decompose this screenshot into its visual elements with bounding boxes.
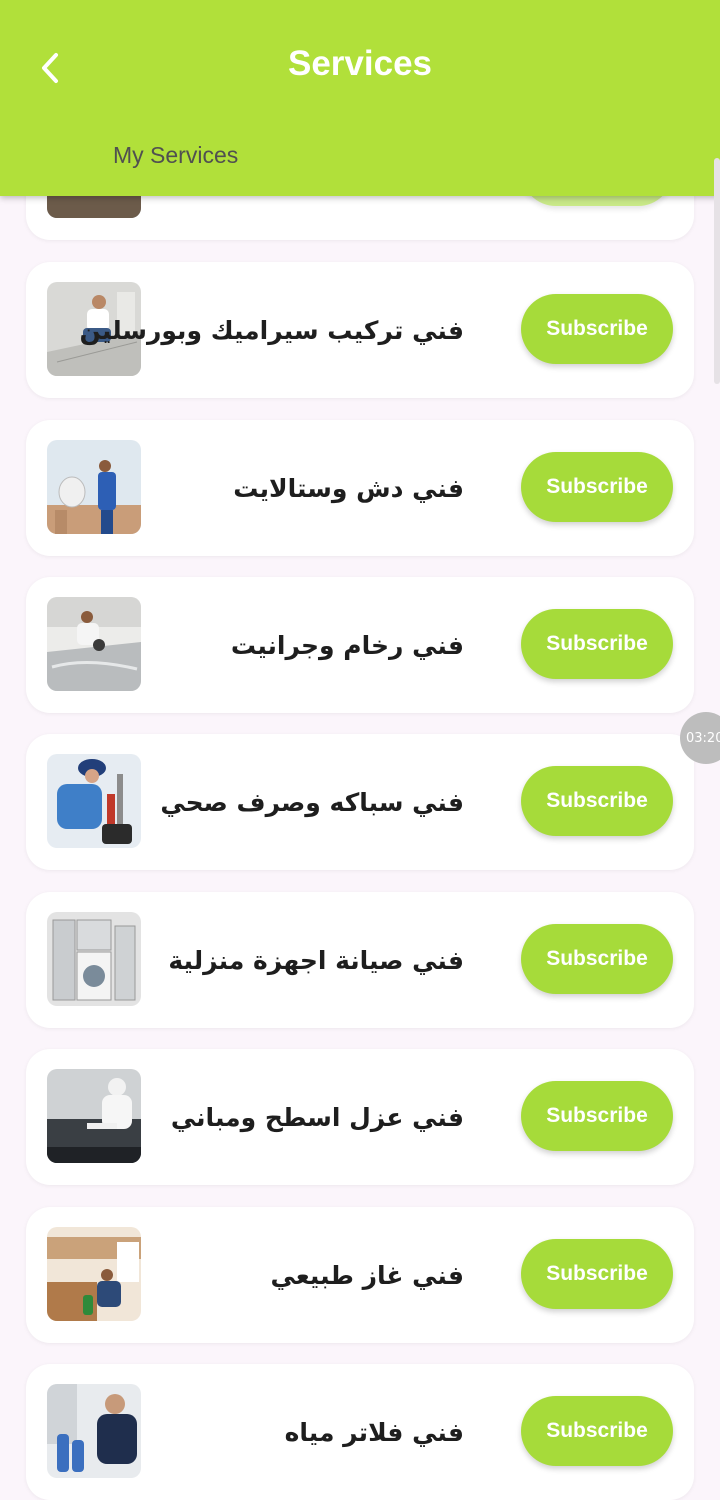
service-card: فني غاز طبيعي Subscribe: [26, 1207, 694, 1343]
tab-my-services[interactable]: My Services: [113, 142, 238, 169]
service-card: فني عزل اسطح ومباني Subscribe: [26, 1049, 694, 1185]
subscribe-button[interactable]: Subscribe: [521, 924, 673, 994]
app-header: Services My Services: [0, 0, 720, 196]
appliances-image: [47, 912, 141, 1006]
service-card: فني رخام وجرانيت Subscribe: [26, 577, 694, 713]
page-title: Services: [287, 44, 433, 83]
service-card: فني دش وستالايت Subscribe: [26, 420, 694, 556]
scrollbar[interactable]: [714, 158, 720, 384]
subscribe-button[interactable]: Subscribe: [521, 1081, 673, 1151]
service-name: فني رخام وجرانيت: [230, 630, 464, 660]
service-card: فني سباكه وصرف صحي Subscribe: [26, 734, 694, 870]
service-name: فني تركيب سيراميك وبورسلين: [79, 315, 465, 345]
service-name: فني عزل اسطح ومباني: [170, 1102, 464, 1132]
service-name: فني صيانة اجهزة منزلية: [168, 945, 464, 975]
subscribe-button[interactable]: Subscribe: [521, 766, 673, 836]
gas-technician-image: [47, 1227, 141, 1321]
service-card: فني صيانة اجهزة منزلية Subscribe: [26, 892, 694, 1028]
water-filter-image: [47, 1384, 141, 1478]
satellite-technician-image: [47, 440, 141, 534]
service-card: فني تركيب سيراميك وبورسلين Subscribe: [26, 262, 694, 398]
service-name: فني غاز طبيعي: [270, 1260, 465, 1290]
plumber-image: [47, 754, 141, 848]
roof-insulation-image: [47, 1069, 141, 1163]
service-name: فني فلاتر مياه: [284, 1417, 464, 1447]
subscribe-button[interactable]: Subscribe: [521, 294, 673, 364]
marble-worker-image: [47, 597, 141, 691]
subscribe-button[interactable]: Subscribe: [521, 609, 673, 679]
service-name: فني سباكه وصرف صحي: [160, 787, 464, 817]
subscribe-button[interactable]: Subscribe: [521, 452, 673, 522]
subscribe-button[interactable]: Subscribe: [521, 1239, 673, 1309]
service-name: فني دش وستالايت: [233, 473, 464, 503]
subscribe-button[interactable]: Subscribe: [521, 1396, 673, 1466]
service-card: فني فلاتر مياه Subscribe: [26, 1364, 694, 1500]
